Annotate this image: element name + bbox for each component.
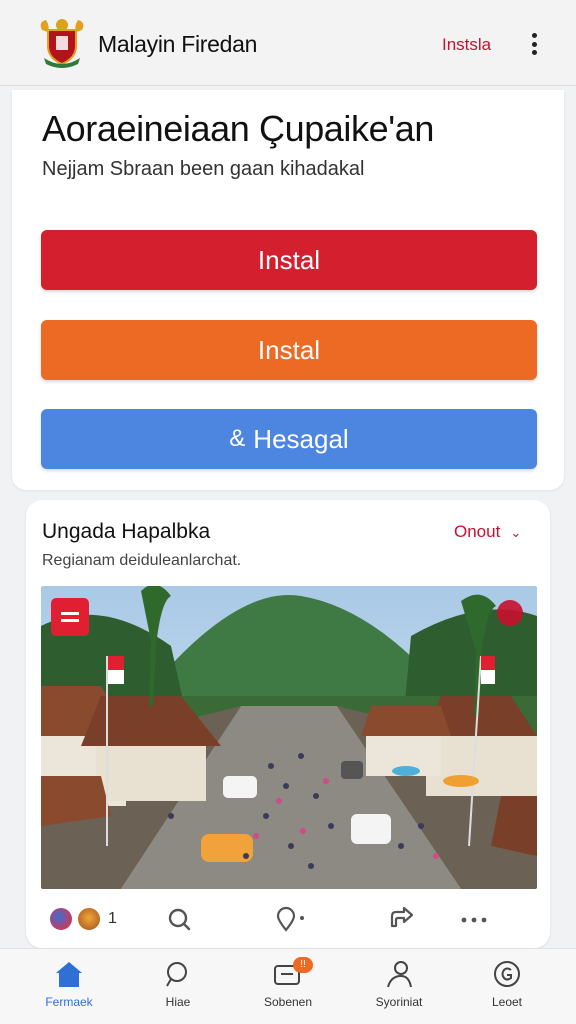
home-icon bbox=[56, 962, 82, 987]
people-icon bbox=[387, 961, 412, 988]
install-button-primary-label: Instal bbox=[257, 244, 321, 275]
notification-badge: !! bbox=[293, 957, 313, 973]
nav-item-people[interactable]: Syoriniat bbox=[354, 959, 444, 1019]
more-vert-icon[interactable] bbox=[522, 30, 546, 58]
hero-card: Aoraeineiaan Çupaike'an Nejjam Sbraan be… bbox=[12, 90, 564, 490]
bottom-navigation: Fermaek Hiae !! Sobenen Syoriniat Leoet bbox=[0, 948, 576, 1024]
install-button-primary[interactable]: Instal bbox=[41, 230, 537, 290]
coat-of-arms-icon bbox=[36, 16, 88, 70]
install-link[interactable]: Instsla bbox=[442, 35, 491, 55]
post-subtitle: Regianam deiduleanlarchat. bbox=[42, 552, 242, 569]
post-title: Ungada Hapalbka bbox=[42, 520, 211, 543]
nav-label: Fermaek bbox=[45, 995, 93, 1009]
message-button[interactable]: & Hesagal bbox=[41, 409, 537, 469]
nav-label: Syoriniat bbox=[375, 995, 423, 1009]
post-card: Ungada Hapalbka Regianam deiduleanlarcha… bbox=[26, 500, 550, 948]
message-button-label: Hesagal bbox=[253, 423, 349, 454]
post-dropdown-label: Onout bbox=[454, 522, 501, 541]
nav-label: Leoet bbox=[491, 995, 523, 1009]
post-actions: 1 bbox=[26, 900, 550, 940]
install-button-secondary[interactable]: Instal bbox=[41, 320, 537, 380]
nav-item-search[interactable]: Hiae bbox=[133, 959, 223, 1019]
nav-item-messages[interactable]: !! Sobenen bbox=[243, 957, 333, 1019]
install-button-secondary-label: Instal bbox=[257, 334, 321, 365]
nav-item-profile[interactable]: Leoet bbox=[462, 959, 552, 1019]
post-dropdown[interactable]: Onout ⌄ bbox=[454, 522, 521, 542]
location-icon[interactable] bbox=[272, 904, 304, 936]
avatar bbox=[76, 906, 102, 932]
hero-headline: Aoraeineiaan Çupaike'an bbox=[42, 108, 434, 149]
nav-label: Sobenen bbox=[263, 995, 313, 1009]
flag-badge-icon bbox=[51, 598, 89, 636]
app-title: Malayin Firedan bbox=[98, 31, 258, 57]
hero-subline: Nejjam Sbraan been gaan kihadakal bbox=[42, 158, 365, 180]
nav-item-home[interactable]: Fermaek bbox=[24, 959, 114, 1019]
app-bar: Malayin Firedan Instsla bbox=[0, 0, 576, 86]
share-icon[interactable] bbox=[386, 904, 418, 936]
search-icon[interactable] bbox=[164, 904, 196, 936]
avatar bbox=[48, 906, 74, 932]
reaction-count: 1 bbox=[108, 910, 117, 927]
more-horiz-icon[interactable] bbox=[458, 904, 490, 936]
reaction-avatars[interactable] bbox=[48, 906, 108, 934]
search-icon bbox=[166, 962, 187, 987]
ampersand-icon: & bbox=[229, 425, 246, 452]
village-street-photo[interactable] bbox=[41, 586, 537, 889]
nav-label: Hiae bbox=[165, 995, 191, 1009]
emblem-icon bbox=[497, 600, 523, 626]
chevron-down-icon: ⌄ bbox=[510, 525, 522, 540]
g-circle-icon bbox=[494, 961, 520, 987]
